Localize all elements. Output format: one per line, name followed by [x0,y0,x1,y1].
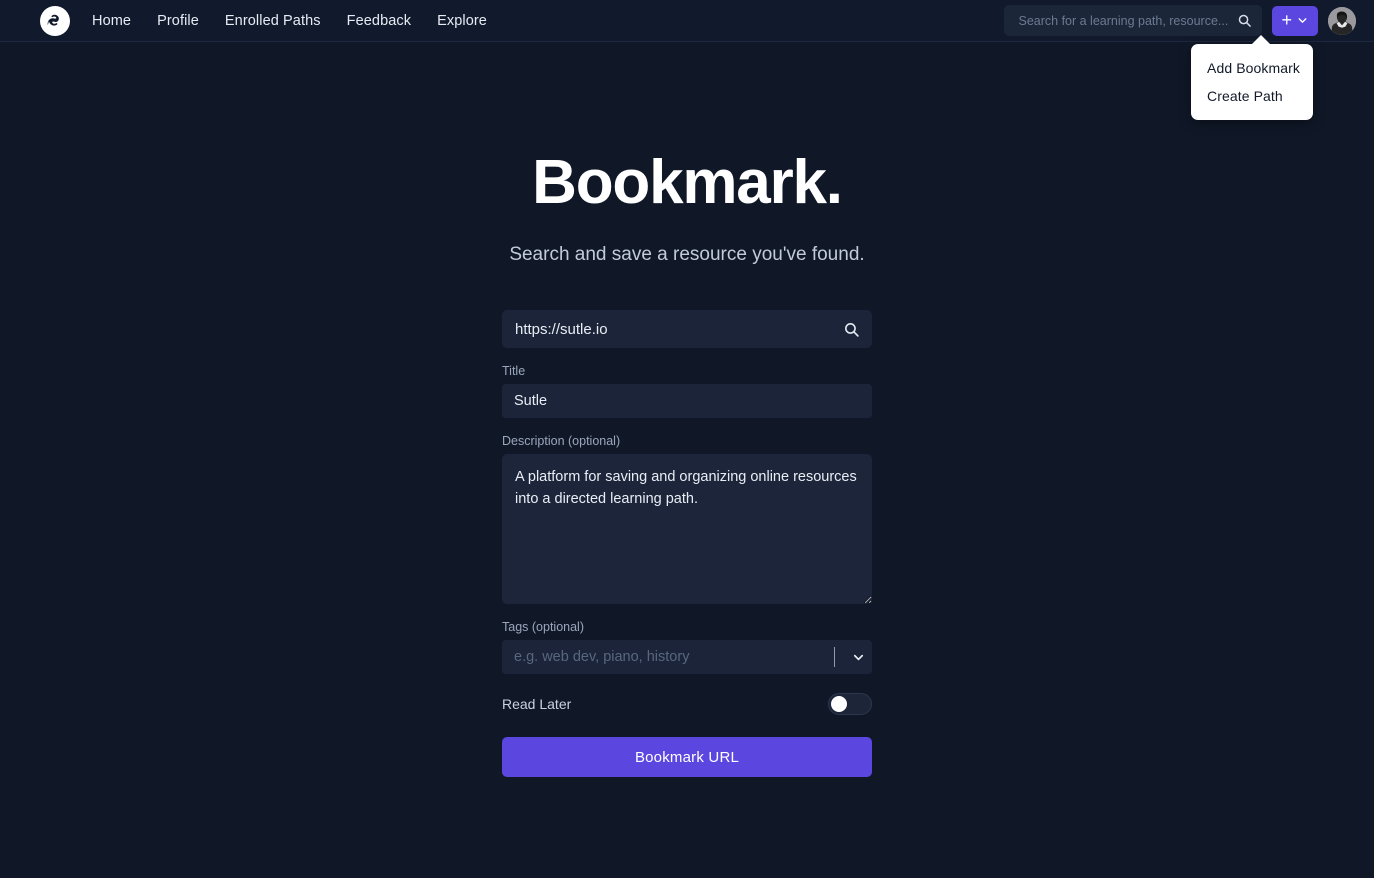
title-input[interactable] [502,384,872,418]
read-later-toggle[interactable] [828,693,872,715]
menu-item-create-path[interactable]: Create Path [1191,82,1313,110]
page-title: Bookmark. [532,148,843,217]
menu-item-add-bookmark[interactable]: Add Bookmark [1191,54,1313,82]
nav-link-profile[interactable]: Profile [157,13,199,29]
nav-link-enrolled-paths[interactable]: Enrolled Paths [225,13,321,29]
url-input[interactable] [515,320,843,338]
dropdown-arrow-icon [1251,35,1271,45]
url-search-icon[interactable] [843,321,860,338]
tags-input[interactable] [502,640,834,674]
nav-links: Home Profile Enrolled Paths Feedback Exp… [92,13,487,29]
description-label: Description (optional) [502,434,621,448]
read-later-label: Read Later [502,696,572,712]
description-textarea[interactable] [502,454,872,604]
main-content: Bookmark. Search and save a resource you… [0,42,1374,777]
global-search[interactable] [1004,5,1263,36]
nav-link-explore[interactable]: Explore [437,13,487,29]
nav-link-feedback[interactable]: Feedback [347,13,411,29]
chevron-down-icon [1296,14,1309,27]
top-navbar: Home Profile Enrolled Paths Feedback Exp… [0,0,1374,42]
add-menu-dropdown: Add Bookmark Create Path [1191,35,1313,120]
tags-label: Tags (optional) [502,620,584,634]
bookmark-form: Title Description (optional) Tags (optio… [502,310,872,777]
title-label: Title [502,364,526,378]
url-search-field[interactable] [502,310,872,348]
navbar-right-cluster: + [1004,5,1374,36]
sutle-logo[interactable] [40,5,70,36]
page-subtitle: Search and save a resource you've found. [509,244,865,265]
add-menu-button[interactable]: + [1272,5,1318,36]
nav-link-home[interactable]: Home [92,13,131,29]
avatar[interactable] [1328,6,1356,35]
chevron-down-icon[interactable] [844,640,872,674]
bookmark-url-button[interactable]: Bookmark URL [502,737,872,777]
global-search-input[interactable] [1018,13,1238,28]
read-later-row: Read Later [502,693,872,715]
tags-field[interactable] [502,640,872,674]
plus-icon: + [1281,9,1292,30]
tags-separator [834,647,835,667]
toggle-knob [831,696,847,712]
search-icon[interactable] [1237,13,1252,28]
